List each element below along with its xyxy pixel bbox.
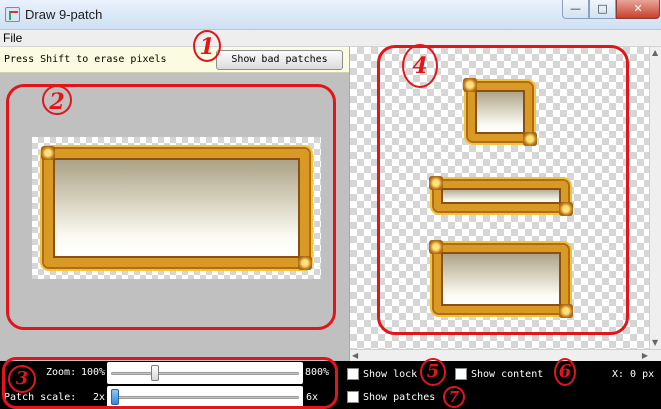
editor-info-bar: Press Shift to erase pixels Show bad pat… [0,47,349,73]
erase-hint-text: Press Shift to erase pixels [4,54,167,65]
coordinate-readout: X: 0 px [612,369,655,380]
annotation-number-1: 1 [193,30,221,62]
annotation-box-controls [2,357,338,409]
annotation-number-4: 4 [402,44,438,88]
annotation-number-2: 2 [42,85,72,115]
scroll-left-icon[interactable]: ◀ [352,351,358,361]
minimize-icon[interactable]: — [562,0,589,19]
window-title: Draw 9-patch [25,7,103,22]
show-content-label[interactable]: Show content [471,369,543,380]
annotation-number-3: 3 [8,365,36,393]
annotation-number-7: 7 [443,386,465,408]
show-patches-label[interactable]: Show patches [363,392,435,403]
show-bad-patches-button[interactable]: Show bad patches [216,50,343,70]
show-lock-checkbox[interactable] [347,368,359,380]
show-patches-checkbox[interactable] [347,391,359,403]
close-icon[interactable]: ✕ [616,0,660,19]
annotation-number-5: 5 [420,358,446,386]
maximize-icon[interactable]: □ [589,0,616,19]
show-lock-label[interactable]: Show lock [363,369,417,380]
scroll-right-icon[interactable]: ▶ [642,351,648,361]
nine-patch-app-icon [5,7,20,22]
scroll-up-icon[interactable]: ▲ [652,48,658,58]
scroll-down-icon[interactable]: ▼ [652,338,658,348]
preview-vertical-scrollbar[interactable]: ▲ ▼ [649,47,661,349]
preview-horizontal-scrollbar[interactable]: ◀ ▶ [350,349,661,361]
annotation-box-editor [6,84,336,330]
annotation-number-6: 6 [554,358,576,386]
menu-file[interactable]: File [3,31,22,45]
show-content-checkbox[interactable] [455,368,467,380]
window-titlebar: Draw 9-patch — □ ✕ [0,0,661,30]
annotation-box-preview [377,45,629,335]
